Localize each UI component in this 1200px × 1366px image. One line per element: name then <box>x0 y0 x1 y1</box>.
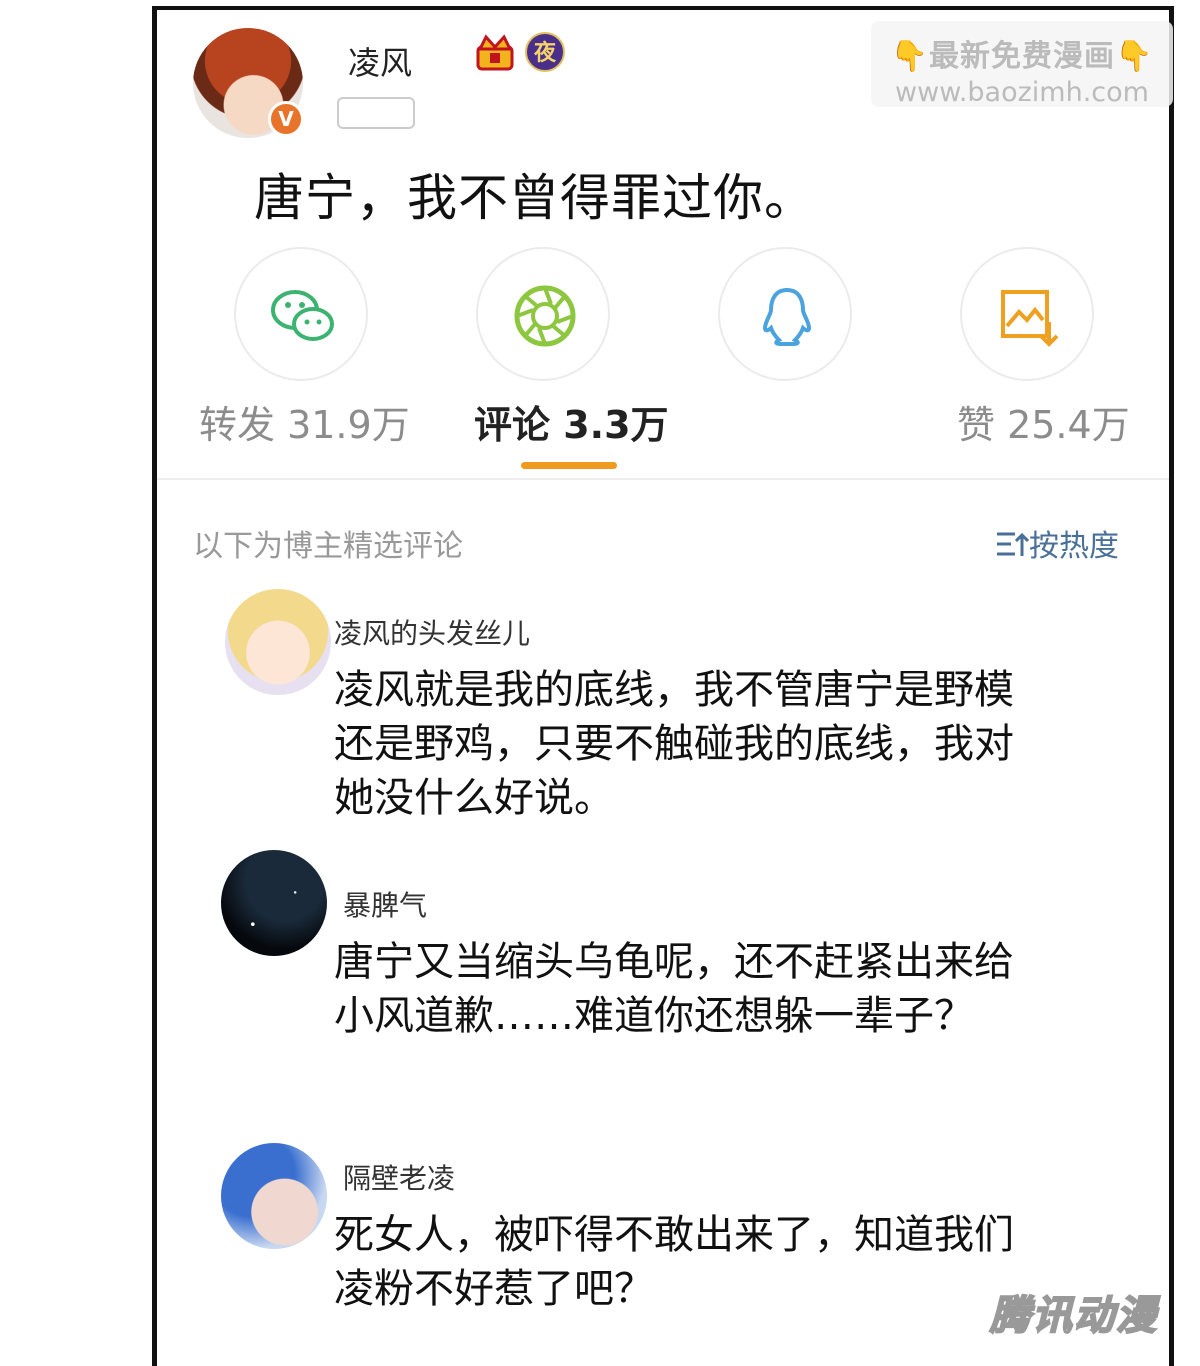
tab-likes[interactable]: 赞 25.4万 <box>957 394 1130 449</box>
share-moments-button[interactable] <box>476 247 610 381</box>
share-wechat-button[interactable] <box>234 247 368 381</box>
comments-section-title: 以下为博主精选评论 <box>193 529 463 564</box>
divider <box>157 478 1169 480</box>
save-image-icon <box>1001 290 1059 347</box>
tencent-comics-logo: 腾讯动漫 <box>989 1292 1158 1340</box>
sort-label: 按热度 <box>1029 529 1119 564</box>
commenter-avatar[interactable] <box>221 850 327 956</box>
active-tab-indicator <box>521 462 617 469</box>
commenter-avatar[interactable] <box>221 1143 327 1249</box>
sort-by-hot-button[interactable]: 按热度 <box>995 521 1119 565</box>
commenter-avatar[interactable] <box>225 589 331 695</box>
comment-line: 她没什么好说。 <box>334 775 614 821</box>
verified-badge-icon: V <box>268 101 304 137</box>
commenter-name[interactable]: 凌风的头发丝儿 <box>334 612 530 652</box>
comment-line: 凌风就是我的底线，我不管唐宁是野模 <box>334 667 1014 713</box>
crown-icon <box>476 34 514 71</box>
comment-line: 死女人，被吓得不敢出来了，知道我们 <box>334 1212 1014 1258</box>
commenter-name[interactable]: 隔壁老凌 <box>343 1157 455 1197</box>
tab-comments[interactable]: 评论 3.3万 <box>474 394 669 449</box>
sort-icon <box>997 532 1030 556</box>
moments-icon <box>514 285 576 347</box>
comment-text: 凌风就是我的底线，我不管唐宁是野模 还是野鸡，只要不触碰我的底线，我对 她没什么… <box>334 663 1114 825</box>
comment-line: 还是野鸡，只要不触碰我的底线，我对 <box>334 721 1014 767</box>
watermark-line1: 👇最新免费漫画👇 <box>890 39 1154 74</box>
empty-tag <box>337 97 415 129</box>
night-mode-badge-icon: 夜 <box>525 32 565 72</box>
poster-name[interactable]: 凌风 <box>348 38 412 84</box>
save-image-button[interactable] <box>960 247 1094 381</box>
commenter-name[interactable]: 暴脾气 <box>343 884 427 924</box>
post-text: 唐宁，我不曾得罪过你。 <box>254 169 815 227</box>
comment-line: 唐宁又当缩头乌龟呢，还不赶紧出来给 <box>334 939 1014 985</box>
comment-text: 唐宁又当缩头乌龟呢，还不赶紧出来给 小风道歉……难道你还想躲一辈子？ <box>334 935 1114 1043</box>
wechat-icon <box>271 290 334 341</box>
watermark: 👇最新免费漫画👇 www.baozimh.com <box>871 21 1173 108</box>
tab-repost[interactable]: 转发 31.9万 <box>199 394 410 449</box>
qq-icon <box>762 287 812 346</box>
comment-line: 小风道歉……难道你还想躲一辈子？ <box>334 993 974 1039</box>
share-qq-button[interactable] <box>718 247 852 381</box>
watermark-line2: www.baozimh.com <box>895 77 1149 108</box>
